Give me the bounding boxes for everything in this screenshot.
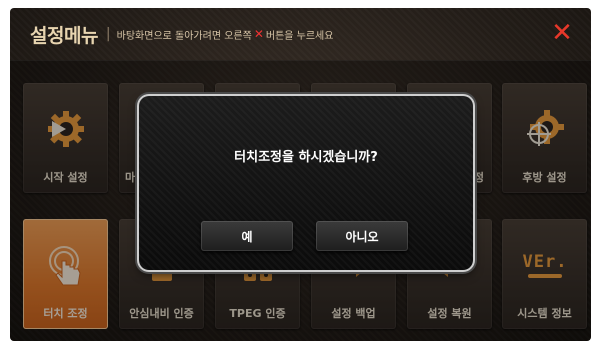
header-bar: 설정메뉴 | 바탕화면으로 돌아가려면 오른쪽 ✕ 버튼을 누르세요 [10, 8, 591, 61]
confirm-dialog: 터치조정을 하시겠습니까? 예 아니오 [139, 96, 473, 270]
hint-text-after: 버튼을 누르세요 [265, 30, 334, 42]
yes-button[interactable]: 예 [201, 221, 293, 251]
back-hint: 바탕화면으로 돌아가려면 오른쪽 ✕ 버튼을 누르세요 [117, 27, 334, 42]
hint-x-icon: ✕ [253, 27, 264, 41]
no-button[interactable]: 아니오 [316, 221, 408, 251]
dialog-message: 터치조정을 하시겠습니까? [234, 150, 378, 165]
title-separator: | [105, 26, 111, 42]
hint-text-before: 바탕화면으로 돌아가려면 오른쪽 [116, 30, 252, 42]
close-button[interactable]: ✕ [549, 20, 575, 46]
settings-screen: 설정메뉴 | 바탕화면으로 돌아가려면 오른쪽 ✕ 버튼을 누르세요 ✕ 시작 … [10, 8, 591, 341]
page-title: 설정메뉴 [30, 24, 98, 47]
